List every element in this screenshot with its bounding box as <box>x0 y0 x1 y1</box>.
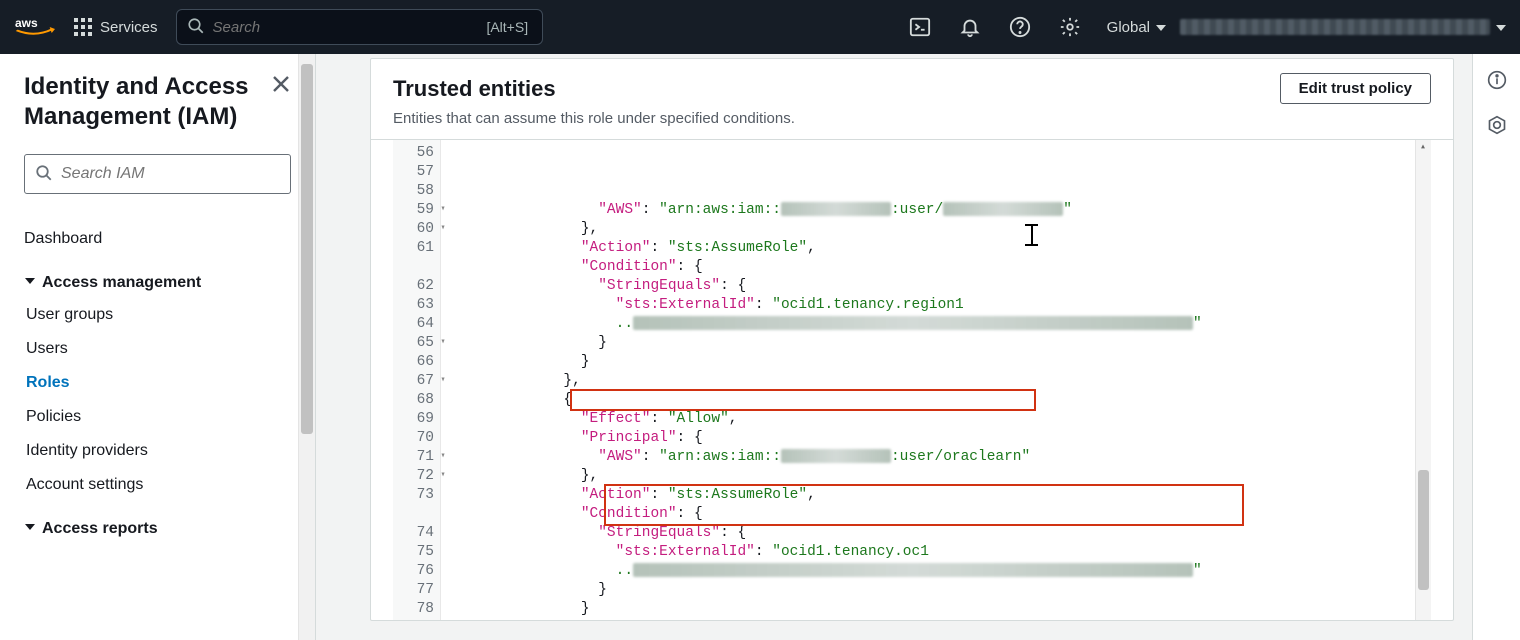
region-selector[interactable]: Global <box>1107 19 1166 36</box>
aws-logo[interactable]: aws <box>14 15 56 39</box>
search-icon <box>187 17 205 38</box>
code-line[interactable]: "Effect": "Allow", <box>459 410 1423 429</box>
global-search[interactable]: [Alt+S] <box>176 9 544 45</box>
nav-item-roles[interactable]: Roles <box>26 366 291 400</box>
scroll-up-icon[interactable]: ▴ <box>1417 142 1429 154</box>
code-line[interactable]: } <box>459 619 1423 620</box>
edit-trust-policy-button[interactable]: Edit trust policy <box>1280 73 1431 104</box>
nav-group-label: Access management <box>42 274 201 292</box>
code-line[interactable]: } <box>459 600 1423 619</box>
nav-item-account-settings[interactable]: Account settings <box>26 468 291 502</box>
redacted-value <box>633 316 1193 330</box>
settings-icon[interactable] <box>1059 16 1081 38</box>
nav-dashboard[interactable]: Dashboard <box>24 222 291 256</box>
caret-down-icon <box>24 274 36 292</box>
code-line[interactable]: } <box>459 334 1423 353</box>
code-line[interactable]: "StringEquals": { <box>459 524 1423 543</box>
nav-group-access-management[interactable]: Access management <box>24 256 291 298</box>
code-line[interactable]: "Action": "sts:AssumeRole", <box>459 486 1423 505</box>
nav-item-identity-providers[interactable]: Identity providers <box>26 434 291 468</box>
redacted-value <box>781 202 891 216</box>
info-icon[interactable] <box>1487 70 1507 93</box>
trust-policy-editor[interactable]: 5657585960616263646566676869707172737475… <box>393 140 1431 620</box>
svg-text:aws: aws <box>15 16 38 30</box>
code-line[interactable]: "StringEquals": { <box>459 277 1423 296</box>
code-line[interactable]: } <box>459 353 1423 372</box>
redacted-value <box>633 563 1193 577</box>
editor-scroll-thumb[interactable] <box>1418 470 1429 590</box>
code-line[interactable]: "Action": "sts:AssumeRole", <box>459 239 1423 258</box>
code-line[interactable]: } <box>459 581 1423 600</box>
caret-down-icon <box>1156 19 1166 36</box>
history-icon[interactable] <box>1487 115 1507 138</box>
services-label: Services <box>100 19 158 36</box>
nav-item-users[interactable]: Users <box>26 332 291 366</box>
code-line[interactable]: { <box>459 391 1423 410</box>
help-icon[interactable] <box>1009 16 1031 38</box>
nav-item-user-groups[interactable]: User groups <box>26 298 291 332</box>
caret-down-icon <box>1496 19 1506 36</box>
services-menu[interactable]: Services <box>74 18 158 36</box>
panel-subtitle: Entities that can assume this role under… <box>393 110 1431 127</box>
code-line[interactable]: .." <box>459 562 1423 581</box>
panel-title: Trusted entities <box>393 76 556 102</box>
code-line[interactable]: "AWS": "arn:aws:iam:::user/oraclearn" <box>459 448 1423 467</box>
code-line[interactable]: .." <box>459 315 1423 334</box>
iam-search[interactable] <box>24 154 291 194</box>
code-line[interactable]: "Condition": { <box>459 505 1423 524</box>
account-identity-redacted <box>1180 19 1490 35</box>
code-line[interactable]: "Condition": { <box>459 258 1423 277</box>
redacted-value <box>943 202 1063 216</box>
right-tool-rail <box>1472 54 1520 640</box>
account-menu[interactable] <box>1180 19 1506 36</box>
nav-group-label: Access reports <box>42 520 158 538</box>
code-line[interactable]: "sts:ExternalId": "ocid1.tenancy.region1 <box>459 296 1423 315</box>
cloudshell-icon[interactable] <box>909 16 931 38</box>
region-label: Global <box>1107 19 1150 36</box>
aws-top-nav: aws Services [Alt+S] Global <box>0 0 1520 54</box>
code-line[interactable]: "AWS": "arn:aws:iam:::user/" <box>459 201 1423 220</box>
nav-item-policies[interactable]: Policies <box>26 400 291 434</box>
grid-icon <box>74 18 92 36</box>
code-line[interactable]: "sts:ExternalId": "ocid1.tenancy.oc1 <box>459 543 1423 562</box>
nav-group-access-reports[interactable]: Access reports <box>24 502 291 544</box>
sidebar-scrollbar[interactable] <box>298 54 315 640</box>
code-line[interactable]: }, <box>459 372 1423 391</box>
caret-down-icon <box>24 520 36 538</box>
sidebar-title: Identity and Access Management (IAM) <box>24 72 271 132</box>
global-search-input[interactable] <box>213 19 483 36</box>
sidebar-scroll-thumb[interactable] <box>301 64 313 434</box>
search-shortcut-hint: [Alt+S] <box>482 19 532 35</box>
code-line[interactable]: }, <box>459 467 1423 486</box>
editor-scrollbar[interactable]: ▴ <box>1415 140 1431 620</box>
iam-sidebar: Identity and Access Management (IAM) Das… <box>0 54 316 640</box>
code-line[interactable]: "Principal": { <box>459 429 1423 448</box>
trusted-entities-panel: Trusted entities Edit trust policy Entit… <box>370 58 1454 621</box>
iam-search-input[interactable] <box>61 165 280 183</box>
code-line[interactable]: }, <box>459 220 1423 239</box>
notifications-icon[interactable] <box>959 16 981 38</box>
search-icon <box>35 164 53 185</box>
redacted-value <box>781 449 891 463</box>
text-caret <box>1031 224 1033 246</box>
close-sidebar-button[interactable] <box>271 72 291 96</box>
